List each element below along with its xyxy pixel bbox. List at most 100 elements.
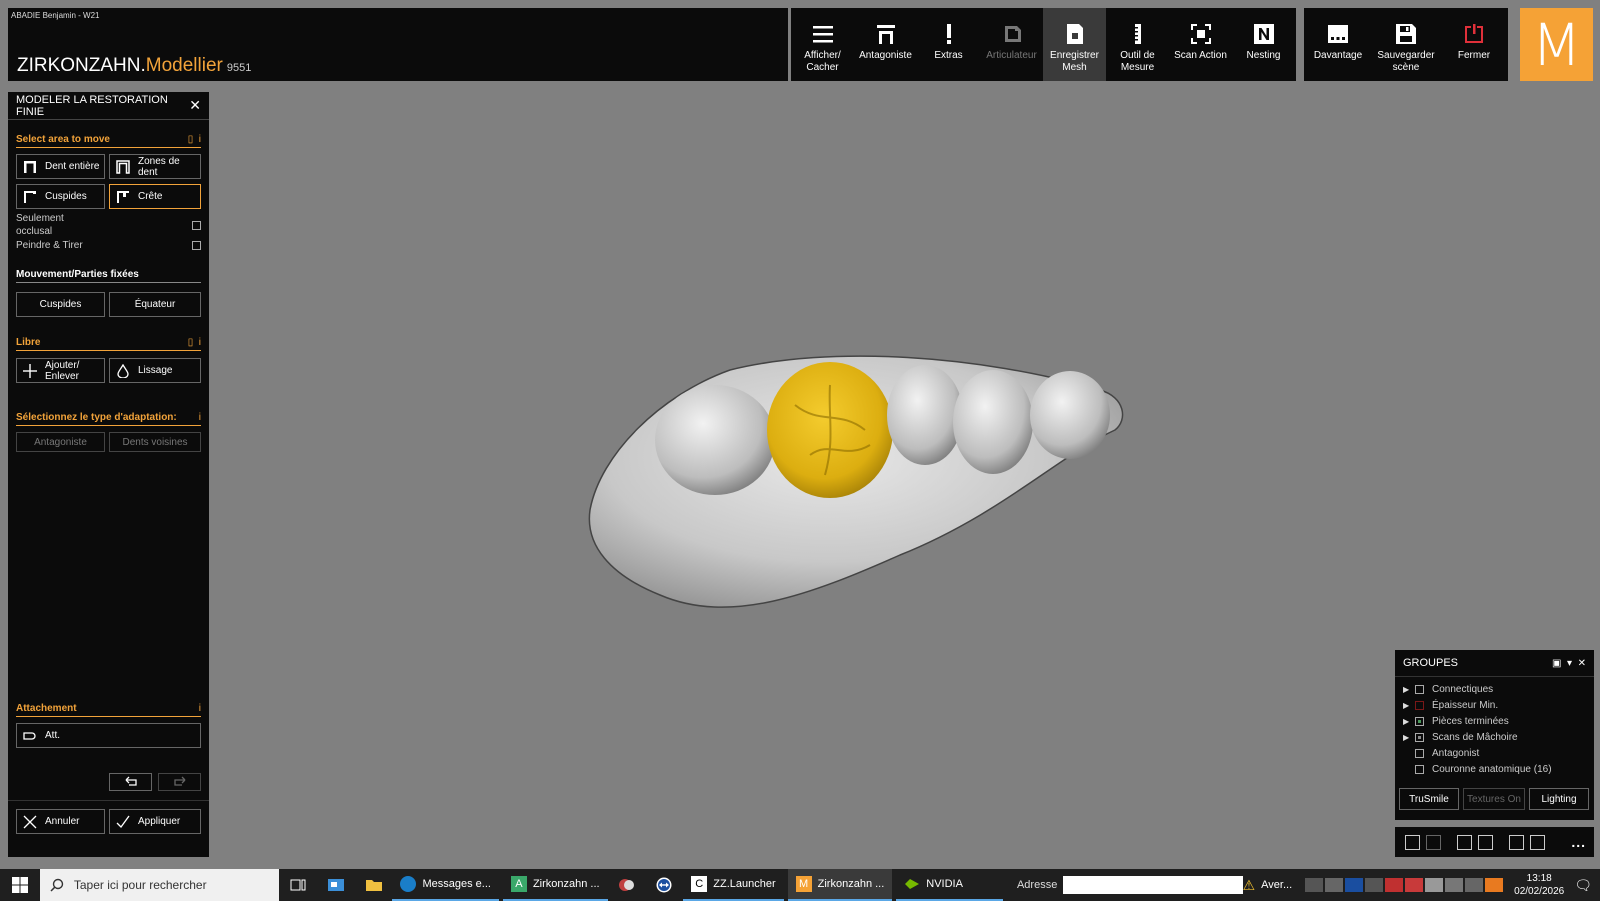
maximize-icon[interactable]: ▣ (1552, 658, 1561, 669)
toolbar-show-hide-button[interactable]: Afficher/ Cacher (791, 8, 854, 81)
undo-button[interactable] (109, 773, 152, 791)
redo-button[interactable] (158, 773, 201, 791)
group-item[interactable]: ▶ Épaisseur Min. (1395, 697, 1594, 713)
group-checkbox[interactable] (1415, 716, 1424, 726)
info-icon[interactable]: i (199, 412, 201, 423)
taskbar-app-zirkonzahn-archiv[interactable]: A Zirkonzahn ... (502, 869, 608, 901)
tooth-icon (24, 160, 36, 173)
app-label: NVIDIA (926, 878, 963, 890)
expand-arrow-icon[interactable]: ▶ (1403, 733, 1415, 742)
address-input[interactable] (1063, 876, 1243, 894)
orange-tray-icon[interactable] (1485, 878, 1504, 892)
taskbar-app-teamviewer-icon[interactable] (645, 869, 683, 901)
view-split-icon[interactable] (1457, 834, 1472, 850)
record-icon[interactable] (1385, 878, 1404, 892)
sync-icon[interactable] (1325, 878, 1344, 892)
taskbar-app-zirkonzahn-modellier[interactable]: M Zirkonzahn ... (787, 869, 893, 901)
taskbar-app-settings-icon[interactable] (608, 869, 646, 901)
group-checkbox[interactable] (1415, 684, 1424, 694)
notifications-icon[interactable]: 🗨 (1574, 877, 1592, 894)
toolbar-extras-button[interactable]: Extras (917, 8, 980, 81)
expand-arrow-icon[interactable]: ▶ (1403, 701, 1415, 710)
view-split-alt-icon[interactable] (1478, 834, 1493, 850)
pin-icon[interactable]: ▯ (188, 337, 194, 348)
start-button[interactable] (0, 869, 40, 901)
taskbar-app-zz-launcher[interactable]: C ZZ.Launcher (683, 869, 784, 901)
task-view-icon[interactable] (279, 869, 317, 901)
warning-icon[interactable]: ⚠ (1243, 877, 1256, 894)
attachment-button[interactable]: Att. (16, 723, 201, 748)
group-item[interactable]: Couronne anatomique (16) (1395, 761, 1594, 777)
ridge-button[interactable]: Crête (109, 184, 201, 209)
view-quad-icon[interactable] (1509, 834, 1524, 850)
volume-muted-icon[interactable] (1445, 878, 1464, 892)
add-remove-button[interactable]: Ajouter/ Enlever (16, 358, 105, 383)
group-item[interactable]: Antagonist (1395, 745, 1594, 761)
drop-icon (117, 363, 129, 378)
teamviewer-tray-icon[interactable] (1345, 878, 1364, 892)
apply-button[interactable]: Appliquer (109, 809, 201, 834)
taskbar-app-nvidia[interactable]: NVIDIA (896, 869, 1003, 901)
undo-icon (125, 776, 137, 786)
security-icon[interactable] (1405, 878, 1424, 892)
modellier-icon: M (795, 876, 812, 892)
toolbar-label: Enregistrer Mesh (1050, 50, 1099, 73)
cusps-button[interactable]: Cuspides (16, 184, 105, 209)
display-icon[interactable] (1465, 878, 1484, 892)
info-icon[interactable]: i (199, 703, 201, 714)
toolbar-measure-tool-button[interactable]: Outil de Mesure (1106, 8, 1169, 81)
movement-cusps-button[interactable]: Cuspides (16, 292, 105, 317)
section-tools: ▯ i (188, 337, 201, 348)
expand-arrow-icon[interactable]: ▶ (1403, 717, 1415, 726)
taskbar-search[interactable]: Taper ici pour rechercher (39, 869, 279, 901)
close-icon[interactable]: ✕ (189, 97, 201, 114)
network-icon[interactable] (1305, 878, 1324, 892)
close-icon[interactable]: ✕ (1578, 658, 1586, 669)
expand-arrow-icon[interactable]: ▶ (1403, 685, 1415, 694)
group-item[interactable]: ▶ Connectiques (1395, 681, 1594, 697)
group-checkbox[interactable] (1415, 732, 1424, 742)
toolbar-nesting-button[interactable]: Nesting (1232, 8, 1295, 81)
group-checkbox[interactable] (1415, 700, 1424, 710)
tooth-zones-button[interactable]: Zones de dent (109, 154, 201, 179)
chevron-down-icon[interactable]: ▾ (1567, 658, 1572, 669)
toolbar-save-scene-button[interactable]: Sauvegarder scène (1372, 8, 1440, 81)
textures-on-button[interactable]: Textures On (1463, 788, 1525, 810)
app-tray-icon[interactable] (1425, 878, 1444, 892)
trusmile-button[interactable]: TruSmile (1399, 788, 1459, 810)
bluetooth-icon[interactable] (1365, 878, 1384, 892)
view-single-alt-icon[interactable] (1426, 834, 1441, 850)
info-icon[interactable]: i (199, 134, 201, 145)
group-checkbox[interactable] (1415, 764, 1424, 774)
more-options-button[interactable]: ... (1571, 834, 1586, 850)
cancel-button[interactable]: Annuler (16, 809, 105, 834)
mail-app-icon[interactable] (317, 869, 355, 901)
dental-model-viewport[interactable] (580, 345, 1150, 625)
pin-icon[interactable]: ▯ (188, 134, 194, 145)
view-single-icon[interactable] (1405, 834, 1420, 850)
equator-button[interactable]: Équateur (109, 292, 201, 317)
info-icon[interactable]: i (199, 337, 201, 348)
system-clock[interactable]: 13:18 02/02/2026 (1514, 872, 1564, 898)
panel-divider (8, 800, 209, 801)
adapt-antagonist-button[interactable]: Antagoniste (16, 432, 105, 452)
whole-tooth-button[interactable]: Dent entière (16, 154, 105, 179)
save-mesh-icon (1066, 24, 1083, 44)
taskbar-app-edge[interactable]: Messages e... (392, 869, 499, 901)
toolbar-articulator-button[interactable]: Articulateur (980, 8, 1043, 81)
toolbar-more-button[interactable]: Davantage (1304, 8, 1372, 81)
group-item[interactable]: ▶ Scans de Mâchoire (1395, 729, 1594, 745)
smoothing-button[interactable]: Lissage (109, 358, 201, 383)
paint-pull-checkbox[interactable] (192, 241, 201, 250)
toolbar-save-mesh-button[interactable]: Enregistrer Mesh (1043, 8, 1106, 81)
adapt-neighbors-button[interactable]: Dents voisines (109, 432, 201, 452)
occlusal-only-checkbox[interactable] (192, 220, 201, 230)
toolbar-close-button[interactable]: Fermer (1440, 8, 1508, 81)
toolbar-antagonist-button[interactable]: Antagoniste (854, 8, 917, 81)
view-quad-alt-icon[interactable] (1530, 834, 1545, 850)
lighting-button[interactable]: Lighting (1529, 788, 1589, 810)
file-explorer-icon[interactable] (355, 869, 393, 901)
group-checkbox[interactable] (1415, 748, 1424, 758)
toolbar-scan-action-button[interactable]: Scan Action (1169, 8, 1232, 81)
group-item[interactable]: ▶ Pièces terminées (1395, 713, 1594, 729)
